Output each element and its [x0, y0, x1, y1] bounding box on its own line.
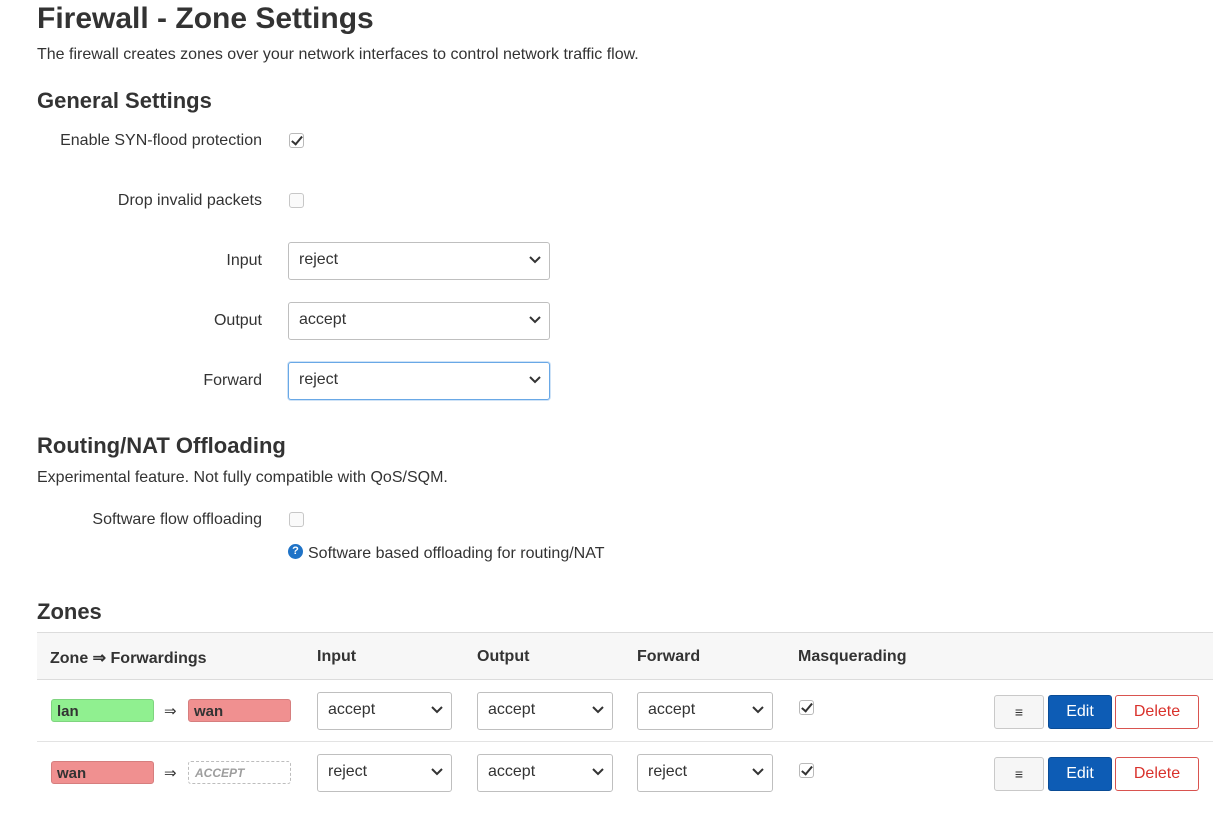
col-zone-forwardings: Zone ⇒ Forwardings	[50, 650, 207, 667]
wan-edit-button[interactable]: Edit	[1048, 757, 1112, 791]
lan-forward-select[interactable]: accept	[637, 692, 773, 730]
chevron-down-icon	[529, 316, 541, 324]
input-policy-select[interactable]: reject	[288, 242, 550, 280]
chevron-down-icon	[752, 768, 764, 776]
input-policy-label: Input	[226, 252, 262, 269]
col-input: Input	[317, 648, 357, 665]
general-settings-heading: General Settings	[37, 88, 212, 113]
forward-policy-select[interactable]: reject	[288, 362, 550, 400]
wan-forward-select[interactable]: reject	[637, 754, 773, 792]
col-forward: Forward	[637, 648, 701, 665]
wan-masquerading-checkbox[interactable]	[799, 763, 814, 778]
syn-flood-label: Enable SYN-flood protection	[60, 132, 262, 149]
lan-input-select[interactable]: accept	[317, 692, 452, 730]
chevron-down-icon	[592, 768, 604, 776]
chevron-down-icon	[529, 256, 541, 264]
offloading-heading: Routing/NAT Offloading	[37, 433, 286, 458]
lan-edit-button[interactable]: Edit	[1048, 695, 1112, 729]
help-icon: ?	[288, 544, 303, 559]
row-divider	[37, 741, 1213, 742]
col-masquerading: Masquerading	[798, 648, 907, 665]
chevron-down-icon	[752, 706, 764, 714]
col-output: Output	[477, 648, 530, 665]
lan-forward-value: accept	[648, 701, 696, 718]
chevron-down-icon	[529, 376, 541, 384]
forward-badge-wan: wan	[188, 699, 291, 722]
wan-delete-button[interactable]: Delete	[1115, 757, 1199, 791]
page-title: Firewall - Zone Settings	[37, 2, 374, 35]
output-policy-label: Output	[213, 312, 262, 329]
wan-menu-button[interactable]: ≡	[994, 757, 1044, 791]
drop-invalid-label: Drop invalid packets	[117, 192, 262, 209]
input-policy-value: reject	[299, 251, 339, 268]
lan-input-value: accept	[328, 701, 376, 718]
forward-arrow: ⇒	[164, 765, 177, 782]
sw-flow-help-text: Software based offloading for routing/NA…	[308, 545, 605, 562]
zones-heading: Zones	[37, 599, 102, 624]
lan-delete-button[interactable]: Delete	[1115, 695, 1199, 729]
offloading-description: Experimental feature. Not fully compatib…	[37, 469, 448, 486]
wan-input-select[interactable]: reject	[317, 754, 452, 792]
chevron-down-icon	[431, 706, 443, 714]
output-policy-value: accept	[299, 311, 347, 328]
lan-output-select[interactable]: accept	[477, 692, 613, 730]
wan-forward-value: reject	[648, 763, 688, 780]
chevron-down-icon	[592, 706, 604, 714]
zone-badge-wan: wan	[51, 761, 154, 784]
forward-policy-value: reject	[299, 371, 339, 388]
lan-menu-button[interactable]: ≡	[994, 695, 1044, 729]
forward-badge-accept: ACCEPT	[188, 761, 291, 784]
forward-arrow: ⇒	[164, 703, 177, 720]
wan-output-select[interactable]: accept	[477, 754, 613, 792]
syn-flood-checkbox[interactable]	[289, 133, 304, 148]
sw-flow-offloading-checkbox[interactable]	[289, 512, 304, 527]
chevron-down-icon	[431, 768, 443, 776]
lan-output-value: accept	[488, 701, 536, 718]
wan-input-value: reject	[328, 763, 368, 780]
output-policy-select[interactable]: accept	[288, 302, 550, 340]
sw-flow-offloading-label: Software flow offloading	[92, 511, 262, 528]
forward-policy-label: Forward	[203, 372, 262, 389]
zones-table-header: Zone ⇒ Forwardings Input Output Forward …	[37, 632, 1213, 680]
lan-masquerading-checkbox[interactable]	[799, 700, 814, 715]
drop-invalid-checkbox[interactable]	[289, 193, 304, 208]
wan-output-value: accept	[488, 763, 536, 780]
zone-badge-lan: lan	[51, 699, 154, 722]
page-description: The firewall creates zones over your net…	[37, 46, 639, 63]
